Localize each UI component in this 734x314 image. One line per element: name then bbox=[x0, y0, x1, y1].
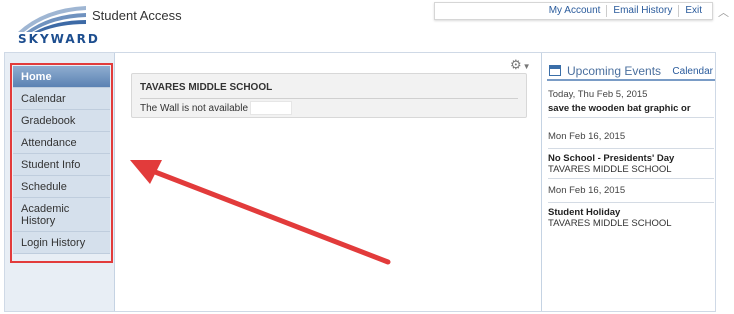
divider bbox=[548, 178, 714, 179]
chevron-down-icon: ▼ bbox=[522, 62, 531, 71]
wall-card: TAVARES MIDDLE SCHOOL The Wall is not av… bbox=[131, 73, 527, 118]
school-name: TAVARES MIDDLE SCHOOL bbox=[140, 82, 273, 93]
event-date: Today, Thu Feb 5, 2015 bbox=[548, 89, 648, 100]
divider bbox=[548, 202, 714, 203]
event-location: TAVARES MIDDLE SCHOOL bbox=[548, 164, 672, 175]
upcoming-events-panel: Upcoming Events Calendar Today, Thu Feb … bbox=[541, 53, 715, 311]
divider bbox=[548, 148, 714, 149]
event-name: save the wooden bat graphic or bbox=[548, 103, 691, 114]
events-header: Upcoming Events Calendar bbox=[547, 63, 715, 81]
email-history-link[interactable]: Email History bbox=[606, 5, 678, 17]
event-item[interactable]: Mon Feb 16, 2015 Student Holiday TAVARES… bbox=[548, 185, 714, 229]
gear-icon[interactable]: ⚙▼ bbox=[510, 57, 531, 73]
event-item[interactable]: Today, Thu Feb 5, 2015 save the wooden b… bbox=[548, 89, 714, 122]
my-account-link[interactable]: My Account bbox=[543, 5, 607, 17]
event-name: No School - Presidents' Day bbox=[548, 153, 675, 164]
sidebar: Home Calendar Gradebook Attendance Stude… bbox=[5, 53, 115, 311]
event-date: Mon Feb 16, 2015 bbox=[548, 131, 626, 142]
annotation-highlight-box bbox=[10, 63, 113, 263]
main-frame: Home Calendar Gradebook Attendance Stude… bbox=[4, 52, 716, 312]
calendar-link[interactable]: Calendar bbox=[672, 66, 713, 77]
events-title: Upcoming Events bbox=[567, 64, 662, 78]
app-header: SKYWARD Student Access My Account Email … bbox=[0, 0, 734, 52]
scroll-up-icon[interactable]: ︿ bbox=[718, 4, 729, 20]
wall-message: The Wall is not available for bbox=[140, 103, 263, 114]
calendar-icon bbox=[549, 65, 561, 76]
event-location: TAVARES MIDDLE SCHOOL bbox=[548, 218, 672, 229]
top-links-bar: My Account Email History Exit bbox=[434, 2, 713, 20]
event-item[interactable]: Mon Feb 16, 2015 No School - Presidents'… bbox=[548, 131, 714, 183]
logo-wordmark: SKYWARD bbox=[18, 32, 100, 46]
event-date: Mon Feb 16, 2015 bbox=[548, 185, 626, 196]
app-title: Student Access bbox=[92, 8, 182, 23]
divider bbox=[140, 98, 518, 99]
event-name: Student Holiday bbox=[548, 207, 621, 218]
exit-link[interactable]: Exit bbox=[678, 5, 708, 17]
wall-student-field bbox=[250, 101, 292, 115]
divider bbox=[548, 117, 714, 118]
